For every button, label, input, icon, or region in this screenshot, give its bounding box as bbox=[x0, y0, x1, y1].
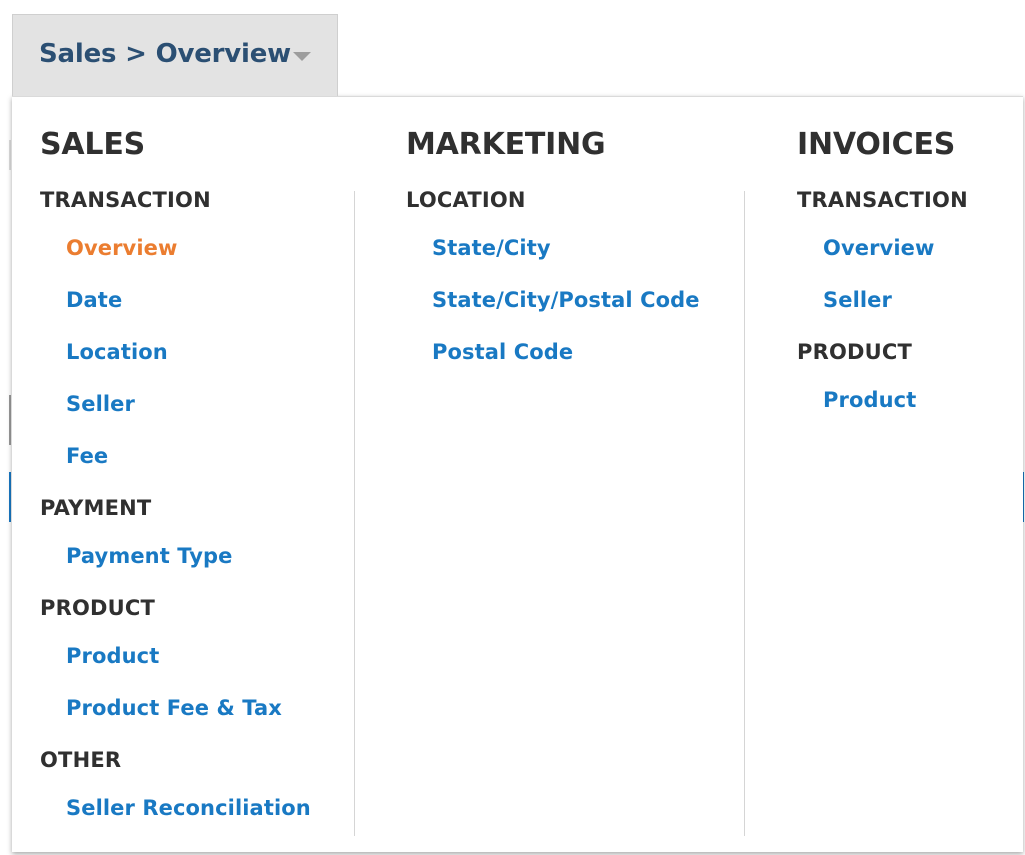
menu-link-sales-date[interactable]: Date bbox=[66, 288, 122, 312]
switcher-label: Sales > Overview bbox=[39, 39, 292, 69]
group-title: PRODUCT bbox=[40, 596, 156, 620]
group-title: OTHER bbox=[40, 748, 122, 772]
menu-link-invoices-overview[interactable]: Overview bbox=[823, 236, 934, 260]
menu-link-state-city[interactable]: State/City bbox=[432, 236, 551, 260]
report-switcher-button[interactable]: Sales > Overview bbox=[12, 14, 338, 96]
menu-link-sales-overview[interactable]: Overview bbox=[66, 236, 177, 260]
column-heading: INVOICES bbox=[797, 127, 956, 162]
group-title: TRANSACTION bbox=[797, 188, 968, 212]
background-edge-mark bbox=[9, 140, 11, 170]
menu-link-sales-fee[interactable]: Fee bbox=[66, 444, 108, 468]
background-edge-mark bbox=[9, 472, 11, 522]
menu-link-postal-code[interactable]: Postal Code bbox=[432, 340, 573, 364]
chevron-down-icon bbox=[293, 52, 311, 61]
menu-link-invoices-product[interactable]: Product bbox=[823, 388, 916, 412]
menu-link-invoices-seller[interactable]: Seller bbox=[823, 288, 892, 312]
column-divider bbox=[354, 191, 355, 836]
menu-link-sales-seller[interactable]: Seller bbox=[66, 392, 135, 416]
column-heading: SALES bbox=[40, 127, 146, 162]
column-divider bbox=[744, 191, 745, 836]
menu-link-sales-location[interactable]: Location bbox=[66, 340, 168, 364]
menu-link-seller-reconciliation[interactable]: Seller Reconciliation bbox=[66, 796, 311, 820]
column-heading: MARKETING bbox=[406, 127, 606, 162]
group-title: LOCATION bbox=[406, 188, 526, 212]
menu-link-sales-product[interactable]: Product bbox=[66, 644, 159, 668]
background-edge-mark bbox=[9, 395, 11, 445]
menu-link-state-city-postal-code[interactable]: State/City/Postal Code bbox=[432, 288, 700, 312]
group-title: TRANSACTION bbox=[40, 188, 211, 212]
group-title: PAYMENT bbox=[40, 496, 152, 520]
report-menu-dropdown: SALES TRANSACTION Overview Date Location… bbox=[12, 96, 1023, 852]
menu-link-product-fee-tax[interactable]: Product Fee & Tax bbox=[66, 696, 282, 720]
menu-link-payment-type[interactable]: Payment Type bbox=[66, 544, 232, 568]
group-title: PRODUCT bbox=[797, 340, 913, 364]
